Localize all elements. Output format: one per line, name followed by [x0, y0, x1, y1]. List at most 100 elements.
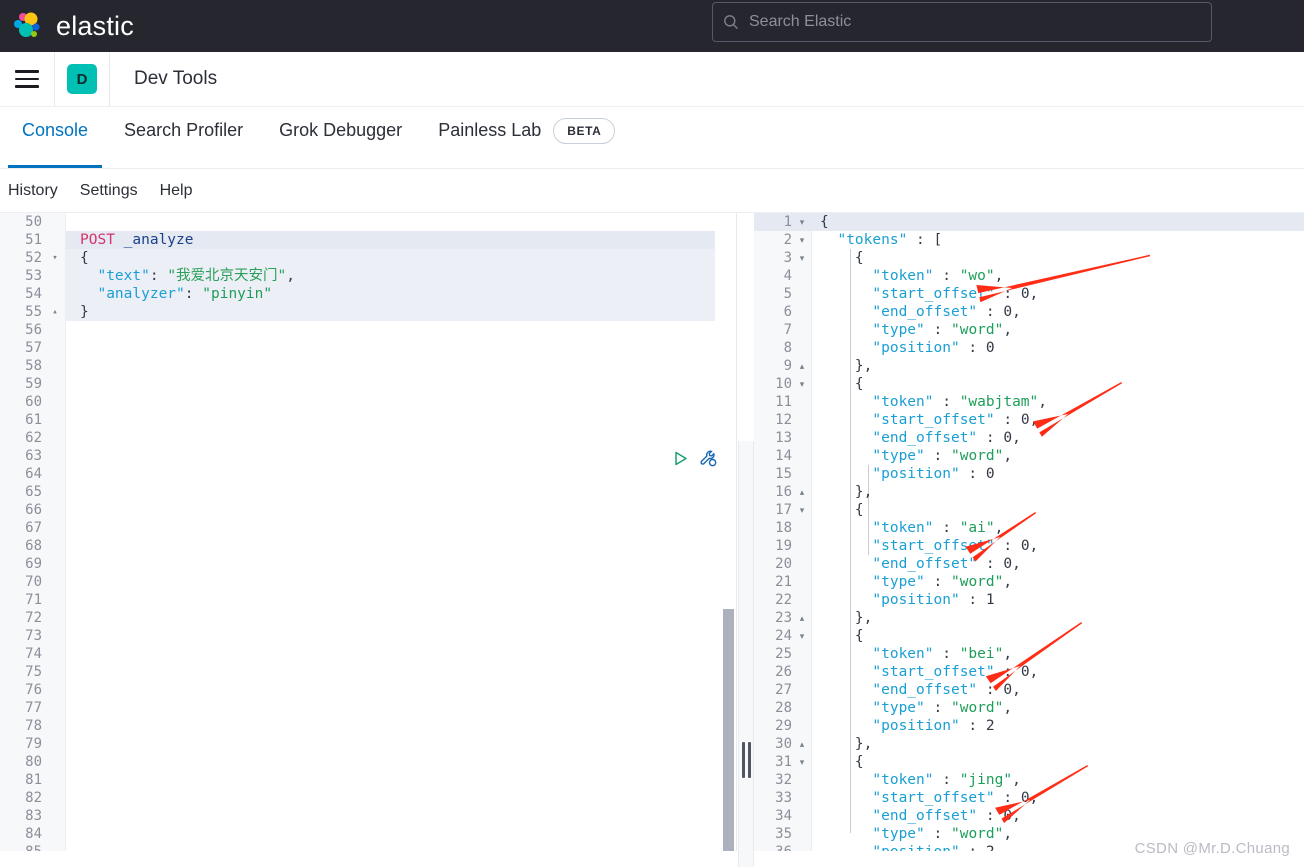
- fold-toggle-icon[interactable]: ▴: [792, 735, 812, 753]
- response-line[interactable]: 4 "token" : "wo",: [754, 267, 1304, 285]
- response-line[interactable]: 30 ▴ },: [754, 735, 1304, 753]
- response-line[interactable]: 13 "end_offset" : 0,: [754, 429, 1304, 447]
- fold-toggle-icon[interactable]: ▴: [44, 303, 66, 321]
- response-line[interactable]: 25 "token" : "bei",: [754, 645, 1304, 663]
- editor-line[interactable]: 70: [0, 573, 736, 591]
- editor-line[interactable]: 54 "analyzer": "pinyin": [0, 285, 736, 303]
- editor-line[interactable]: 77: [0, 699, 736, 717]
- editor-line[interactable]: 85: [0, 843, 736, 851]
- response-line[interactable]: 8 "position" : 0: [754, 339, 1304, 357]
- response-line[interactable]: 14 "type" : "word",: [754, 447, 1304, 465]
- brand[interactable]: elastic: [0, 11, 134, 42]
- tab-console[interactable]: Console: [4, 107, 106, 168]
- editor-vertical-scrollbar[interactable]: [723, 609, 734, 851]
- response-line[interactable]: 16 ▴ },: [754, 483, 1304, 501]
- response-line[interactable]: 28 "type" : "word",: [754, 699, 1304, 717]
- editor-line[interactable]: 80: [0, 753, 736, 771]
- response-line[interactable]: 22 "position" : 1: [754, 591, 1304, 609]
- response-line[interactable]: 19 "start_offset" : 0,: [754, 537, 1304, 555]
- response-line[interactable]: 24 ▾ {: [754, 627, 1304, 645]
- tab-grok-debugger[interactable]: Grok Debugger: [261, 107, 420, 168]
- editor-line[interactable]: 82: [0, 789, 736, 807]
- response-line[interactable]: 34 "end_offset" : 0,: [754, 807, 1304, 825]
- editor-line[interactable]: 75: [0, 663, 736, 681]
- response-line[interactable]: 20 "end_offset" : 0,: [754, 555, 1304, 573]
- editor-line[interactable]: 65: [0, 483, 736, 501]
- fold-toggle-icon[interactable]: ▾: [792, 249, 812, 267]
- response-line[interactable]: 7 "type" : "word",: [754, 321, 1304, 339]
- response-line[interactable]: 6 "end_offset" : 0,: [754, 303, 1304, 321]
- response-line[interactable]: 9 ▴ },: [754, 357, 1304, 375]
- editor-line[interactable]: 76: [0, 681, 736, 699]
- global-search[interactable]: Search Elastic: [712, 2, 1212, 42]
- response-line[interactable]: 17 ▾ {: [754, 501, 1304, 519]
- editor-line[interactable]: 74: [0, 645, 736, 663]
- wrench-icon[interactable]: [699, 449, 718, 468]
- tab-painless-lab[interactable]: Painless Lab BETA: [420, 107, 633, 168]
- response-lines[interactable]: 1 ▾{2 ▾ "tokens" : [3 ▾ {4 "token" : "wo", 5…: [754, 213, 1304, 851]
- editor-line[interactable]: 60: [0, 393, 736, 411]
- editor-line[interactable]: 50: [0, 213, 736, 231]
- response-line[interactable]: 21 "type" : "word",: [754, 573, 1304, 591]
- editor-line[interactable]: 55 ▴}: [0, 303, 736, 321]
- pane-resize-handle[interactable]: [738, 441, 754, 867]
- response-viewer[interactable]: 1 ▾{2 ▾ "tokens" : [3 ▾ {4 "token" : "wo", 5…: [754, 213, 1304, 851]
- response-line[interactable]: 2 ▾ "tokens" : [: [754, 231, 1304, 249]
- fold-toggle-icon[interactable]: ▾: [792, 231, 812, 249]
- response-line[interactable]: 31 ▾ {: [754, 753, 1304, 771]
- response-line[interactable]: 3 ▾ {: [754, 249, 1304, 267]
- fold-toggle-icon[interactable]: ▴: [792, 483, 812, 501]
- editor-lines[interactable]: 50 51 POST _analyze 52 ▾ {53 "text": "我爱北京天安门…: [0, 213, 736, 851]
- editor-line[interactable]: 66: [0, 501, 736, 519]
- editor-line[interactable]: 63: [0, 447, 736, 465]
- response-line[interactable]: 23 ▴ },: [754, 609, 1304, 627]
- editor-line[interactable]: 81: [0, 771, 736, 789]
- response-line[interactable]: 32 "token" : "jing",: [754, 771, 1304, 789]
- response-line[interactable]: 29 "position" : 2: [754, 717, 1304, 735]
- play-triangle-icon[interactable]: [672, 450, 689, 467]
- editor-line[interactable]: 57: [0, 339, 736, 357]
- response-line[interactable]: 27 "end_offset" : 0,: [754, 681, 1304, 699]
- response-line[interactable]: 15 "position" : 0: [754, 465, 1304, 483]
- fold-toggle-icon[interactable]: ▾: [792, 753, 812, 771]
- response-line[interactable]: 5 "start_offset" : 0,: [754, 285, 1304, 303]
- editor-line[interactable]: 58: [0, 357, 736, 375]
- editor-line[interactable]: 53 "text": "我爱北京天安门",: [0, 267, 736, 285]
- response-line[interactable]: 18 "token" : "ai",: [754, 519, 1304, 537]
- response-line[interactable]: 1 ▾ {: [754, 213, 1304, 231]
- editor-line[interactable]: 69: [0, 555, 736, 573]
- fold-toggle-icon[interactable]: ▾: [792, 627, 812, 645]
- subnav-item-settings[interactable]: Settings: [80, 182, 138, 200]
- fold-toggle-icon[interactable]: ▴: [792, 357, 812, 375]
- editor-line[interactable]: 59: [0, 375, 736, 393]
- editor-line[interactable]: 67: [0, 519, 736, 537]
- app-badge-cell[interactable]: D: [55, 64, 109, 94]
- response-line[interactable]: 10 ▾ {: [754, 375, 1304, 393]
- fold-toggle-icon[interactable]: ▾: [792, 213, 812, 231]
- subnav-item-history[interactable]: History: [8, 182, 58, 200]
- editor-line[interactable]: 62: [0, 429, 736, 447]
- editor-line[interactable]: 56: [0, 321, 736, 339]
- fold-toggle-icon[interactable]: ▾: [792, 375, 812, 393]
- subnav-item-help[interactable]: Help: [160, 182, 193, 200]
- editor-line[interactable]: 68: [0, 537, 736, 555]
- editor-line[interactable]: 79: [0, 735, 736, 753]
- response-line[interactable]: 33 "start_offset" : 0,: [754, 789, 1304, 807]
- editor-line[interactable]: 73: [0, 627, 736, 645]
- response-line[interactable]: 26 "start_offset" : 0,: [754, 663, 1304, 681]
- response-line[interactable]: 11 "token" : "wabjtam",: [754, 393, 1304, 411]
- hamburger-menu-icon[interactable]: [0, 70, 54, 88]
- editor-line[interactable]: 83: [0, 807, 736, 825]
- editor-line[interactable]: 64: [0, 465, 736, 483]
- editor-line[interactable]: 72: [0, 609, 736, 627]
- tab-search-profiler[interactable]: Search Profiler: [106, 107, 261, 168]
- request-editor[interactable]: 50 51 POST _analyze 52 ▾ {53 "text": "我爱北京天安门…: [0, 213, 737, 851]
- fold-toggle-icon[interactable]: ▾: [44, 249, 66, 267]
- response-line[interactable]: 12 "start_offset" : 0,: [754, 411, 1304, 429]
- editor-line[interactable]: 71: [0, 591, 736, 609]
- fold-toggle-icon[interactable]: ▴: [792, 609, 812, 627]
- editor-line[interactable]: 78: [0, 717, 736, 735]
- editor-line[interactable]: 52 ▾ {: [0, 249, 736, 267]
- editor-line[interactable]: 51 POST _analyze: [0, 231, 736, 249]
- editor-line[interactable]: 84: [0, 825, 736, 843]
